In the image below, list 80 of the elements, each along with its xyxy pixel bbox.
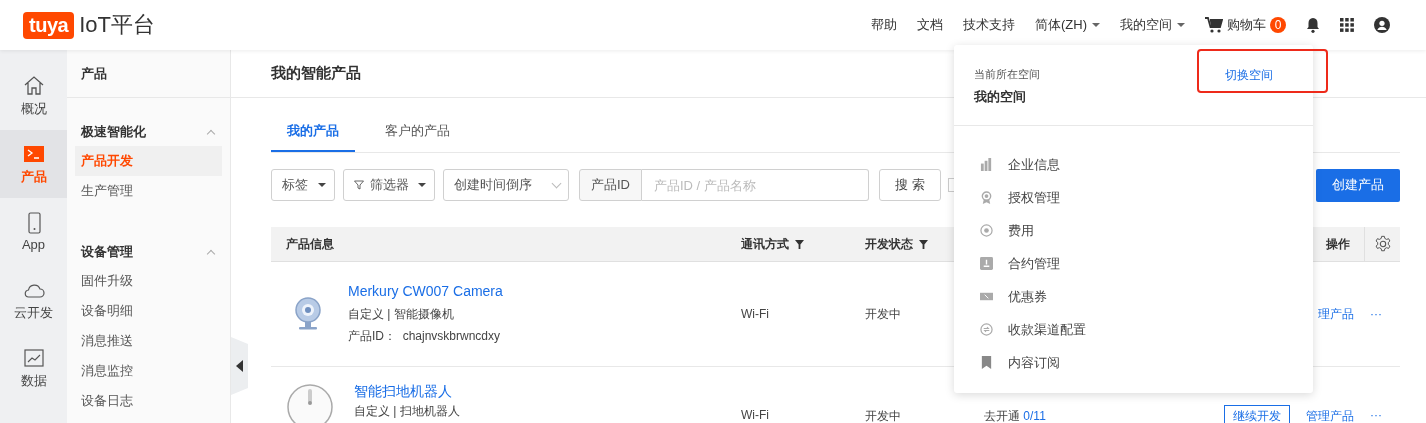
tag-select[interactable]: 标签 <box>271 169 335 201</box>
menu-item[interactable]: 优惠券 <box>954 280 1313 313</box>
tab[interactable]: 我的产品 <box>271 112 355 152</box>
medal-icon <box>980 191 993 204</box>
sidebar-item[interactable]: 消息推送 <box>75 326 222 356</box>
product-category: 自定义 | 智能摄像机 <box>348 306 455 323</box>
caret-icon <box>1092 23 1100 27</box>
search-field[interactable]: 产品ID / 产品名称 <box>642 169 869 201</box>
nav-link[interactable]: 帮助 <box>871 16 897 34</box>
sidebar-item[interactable]: 固件升级 <box>75 266 222 296</box>
search-button[interactable]: 搜 索 <box>879 169 941 201</box>
column-header: 开发状态 <box>865 235 913 253</box>
building-icon <box>980 158 993 171</box>
manage-link[interactable]: 管理产品 <box>1306 408 1354 423</box>
sidebar-item[interactable]: 设备明细 <box>75 296 222 326</box>
menu-item[interactable]: 合约管理 <box>954 247 1313 280</box>
column-header: 产品信息 <box>286 235 334 253</box>
create-product-button[interactable]: 创建产品 <box>1316 168 1400 202</box>
nav-link[interactable]: 文档 <box>917 16 943 34</box>
switch-space-link[interactable]: 切换空间 <box>1225 67 1273 84</box>
cart-link[interactable]: 购物车 0 <box>1205 16 1286 34</box>
group-header[interactable]: 极速智能化 <box>67 118 230 146</box>
filter-icon[interactable] <box>919 239 928 249</box>
nav-menu[interactable]: 简体(ZH) <box>1035 16 1100 34</box>
column-header: 操作 <box>1326 235 1350 253</box>
sidebar-item[interactable]: 消息监控 <box>75 356 222 386</box>
sidebar-item[interactable]: 生产管理 <box>75 176 222 206</box>
menu-item[interactable]: 企业信息 <box>954 148 1313 181</box>
more-button[interactable]: ··· <box>1370 408 1382 422</box>
product-id: 产品ID： chajnvskbrwncdxy <box>348 328 502 345</box>
platform-title: IoT平台 <box>79 11 155 39</box>
nav-link[interactable]: 技术支持 <box>963 16 1015 34</box>
cart-icon <box>1205 17 1223 33</box>
exchange-icon <box>980 323 993 336</box>
menu-item[interactable]: 收款渠道配置 <box>954 313 1313 346</box>
sidebar-item[interactable]: 设备日志 <box>75 386 222 416</box>
chart-icon <box>22 346 45 369</box>
product-name-link[interactable]: 智能扫地机器人 <box>354 383 460 401</box>
ticket-icon <box>980 290 993 303</box>
table-cell: 开发中 <box>865 408 901 423</box>
filter-select[interactable]: 筛选器 <box>343 169 435 201</box>
caret-icon <box>1177 23 1185 27</box>
continue-button[interactable]: 继续开发 <box>1224 405 1290 423</box>
nav-menu[interactable]: 我的空间 <box>1120 16 1185 34</box>
filter-icon[interactable] <box>795 239 804 249</box>
sort-select[interactable]: 创建时间倒序 <box>443 169 569 201</box>
user-icon[interactable] <box>1374 17 1390 33</box>
group-header[interactable]: 设备管理 <box>67 238 230 266</box>
table-cell: 开发中 <box>865 305 901 323</box>
table-cell: Wi-Fi <box>741 307 769 321</box>
page-title: 我的智能产品 <box>271 64 361 83</box>
stamp-icon <box>980 257 993 270</box>
collapse-handle[interactable] <box>231 337 248 395</box>
activation-link[interactable]: 去开通 0/11 <box>984 408 1046 423</box>
menu-item[interactable]: 授权管理 <box>954 181 1313 214</box>
apps-icon[interactable] <box>1340 18 1354 32</box>
field-label: 产品ID <box>579 169 642 201</box>
cart-count: 0 <box>1270 17 1286 33</box>
manage-link[interactable]: 理产品 <box>1318 305 1354 323</box>
bookmark-icon <box>980 356 993 369</box>
more-button[interactable]: ··· <box>1370 307 1382 321</box>
settings-icon[interactable] <box>1373 235 1392 253</box>
current-space: 我的空间 <box>974 88 1027 106</box>
rail-item[interactable]: 数据 <box>0 334 67 402</box>
coin-icon <box>980 224 993 237</box>
space-caption: 当前所在空间 <box>974 67 1040 82</box>
menu-item[interactable]: 费用 <box>954 214 1313 247</box>
rail-item[interactable]: 云开发 <box>0 266 67 334</box>
tab[interactable]: 客户的产品 <box>375 112 459 152</box>
column-header: 通讯方式 <box>741 235 789 253</box>
rail-item[interactable]: App <box>0 198 67 266</box>
home-icon <box>22 74 45 97</box>
sidebar-title: 产品 <box>67 50 230 98</box>
filter-icon <box>354 180 364 190</box>
product-name-link[interactable]: Merkury CW007 Camera <box>348 283 503 299</box>
menu-item[interactable]: 内容订阅 <box>954 346 1313 379</box>
bell-icon[interactable] <box>1306 17 1320 33</box>
rail-item[interactable]: 概况 <box>0 62 67 130</box>
product-category: 自定义 | 扫地机器人 <box>354 403 460 420</box>
table-cell: Wi-Fi <box>741 408 769 422</box>
